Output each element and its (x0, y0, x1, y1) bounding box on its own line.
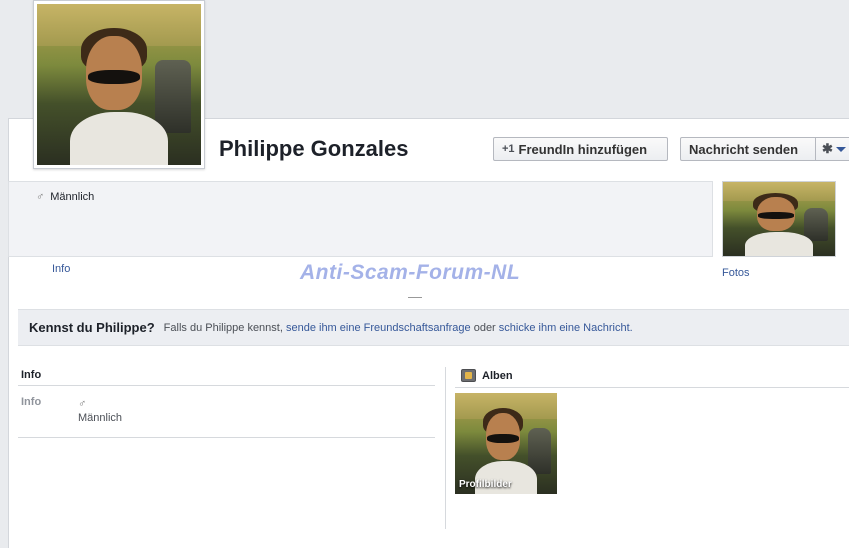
albums-section-title: Alben (482, 370, 513, 382)
know-text-1: Falls du Philippe kennst, (163, 321, 283, 334)
friend-request-link[interactable]: sende ihm eine Freundschaftsanfrage (286, 322, 471, 334)
watermark: Anti-Scam-Forum-NL (300, 261, 521, 284)
divider-mark (408, 297, 422, 298)
send-message-button[interactable]: Nachricht senden (680, 137, 816, 161)
message-link[interactable]: schicke ihm eine Nachricht. (499, 322, 633, 334)
photo-album-icon (461, 369, 476, 382)
info-gender: ♂ Männlich (36, 191, 94, 203)
know-text: Falls du Philippe kennst, sende ihm eine… (164, 322, 633, 334)
info-row-label: Info (21, 396, 42, 408)
male-icon: ♂ (78, 398, 87, 410)
know-prompt-bar: Kennst du Philippe? Falls du Philippe ke… (18, 309, 849, 346)
add-friend-button[interactable]: +1 FreundIn hinzufügen (493, 137, 668, 161)
male-icon: ♂ (36, 191, 45, 203)
info-title-rule (18, 385, 435, 386)
album-profile-pictures[interactable]: Profilbilder (455, 393, 557, 494)
options-menu-button[interactable]: ✱ (815, 137, 849, 161)
profile-picture[interactable] (33, 0, 205, 169)
tab-info[interactable]: Info (52, 263, 70, 275)
chevron-down-icon (835, 146, 846, 152)
profile-photo (37, 4, 201, 165)
photos-thumbnail-image (723, 182, 835, 256)
info-section-title: Info (21, 369, 42, 381)
album-caption: Profilbilder (459, 479, 512, 490)
send-message-label: Nachricht senden (689, 141, 799, 157)
info-row-rule (18, 437, 435, 438)
albums-title-rule (455, 387, 849, 388)
info-summary-box: ♂ Männlich (8, 181, 713, 257)
know-text-2: oder (473, 321, 496, 334)
gear-icon: ✱ (822, 141, 833, 156)
column-divider (445, 367, 446, 529)
gender-text: Männlich (50, 191, 95, 203)
know-title: Kennst du Philippe? (29, 320, 155, 335)
album-cover-image: Profilbilder (455, 393, 557, 494)
info-row-value: Männlich (78, 412, 123, 424)
add-friend-icon: +1 (502, 143, 515, 155)
profile-name: Philippe Gonzales (219, 136, 409, 161)
add-friend-label: FreundIn hinzufügen (518, 141, 648, 157)
tab-photos[interactable]: Fotos (722, 267, 750, 279)
photos-thumbnail[interactable] (722, 181, 836, 257)
